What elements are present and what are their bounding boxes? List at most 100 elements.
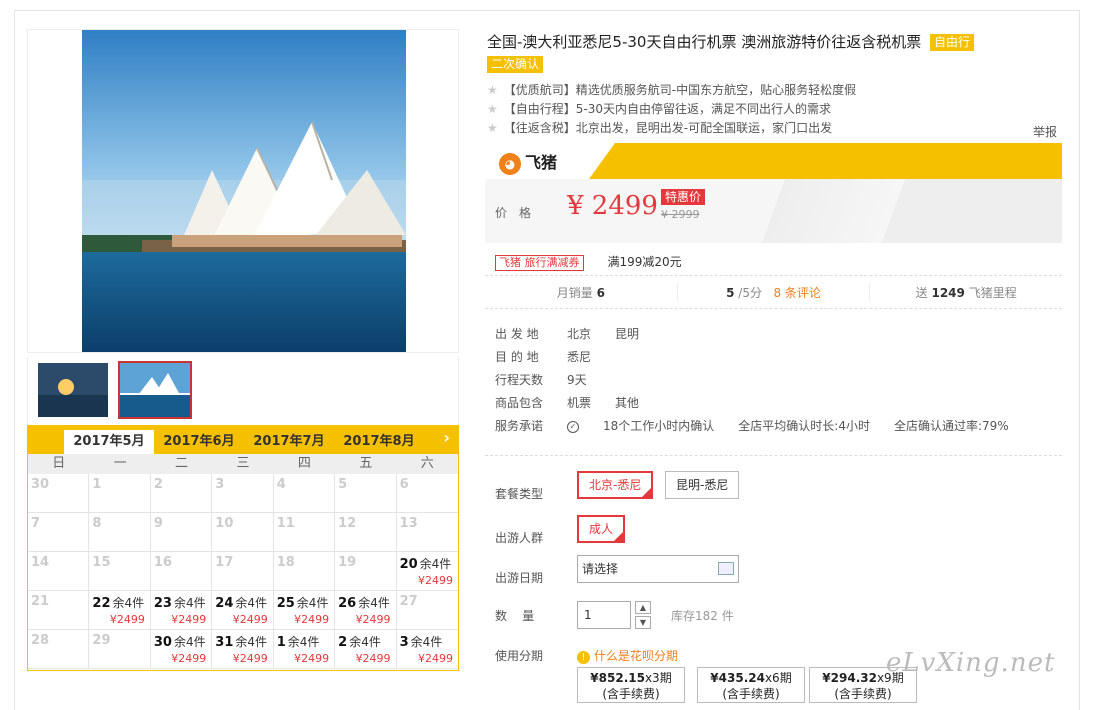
calendar-grid: 30 1 2 3 4 5 6 7 8 9 10 11 12 13 14 15 16 17 18 19 20 余4件 ¥249… [28,474,458,669]
info-values: 9天 [567,373,611,387]
installment-fee: (含手续费) [722,687,780,701]
brand-name: 飞猪 [525,153,558,172]
tab-month-june[interactable]: 2017年6月 [154,430,244,454]
info-row: 出 发 地 北京 昆明 [495,323,1055,346]
calendar-day[interactable]: 25 余4件 ¥2499 [273,591,336,630]
calendar-day: 2 [150,474,213,513]
tab-month-august[interactable]: 2017年8月 [334,430,424,454]
monthly-sales: 月销量 6 [485,283,678,301]
calendar-day-number: 6 [399,477,409,492]
calendar-day-number: 14 [31,555,50,570]
calendar-day: 15 [89,552,151,591]
calendar-day-stock: 余4件 [419,557,452,571]
product-info: 出 发 地 北京 昆明目 的 地 悉尼 行程天数 9天 商品包含 机票 其他 服务承诺 ✓ 18个工作… [495,323,1055,438]
feature-text: 【自由行程】5-30天内自由停留往返，满足不同出行人的需求 [503,102,832,116]
info-value: 北京 [567,327,592,341]
product-title: 全国-澳大利亚悉尼5-30天自由行机票 澳洲旅游特价往返含税机票 自由行 二次确… [487,31,1047,75]
calendar-day-number: 17 [215,555,234,570]
calendar-day-number: 2 [338,635,348,650]
quantity-label: 数 量 [495,609,535,623]
travel-date-input[interactable]: 请选择 [577,555,739,583]
calendar-day-number: 8 [92,516,102,531]
feature-text: 【往返含税】北京出发，昆明出发-可配全国联运，家门口出发 [503,121,833,135]
calendar-day[interactable]: 20 余4件 ¥2499 [396,552,458,591]
calendar-day[interactable]: 23 余4件 ¥2499 [150,591,213,630]
calendar-day: 10 [212,513,274,552]
calendar-day[interactable]: 26 余4件 ¥2499 [335,591,397,630]
calendar-icon[interactable] [718,562,734,575]
chevron-right-icon[interactable]: › [443,428,450,447]
calendar-day: 1 [89,474,151,513]
tag-second-confirm: 二次确认 [487,56,544,73]
quantity-input[interactable]: 1 [577,601,631,629]
calendar-day: 16 [150,552,213,591]
thumbnail-sunset[interactable] [36,361,110,419]
calendar-day: 13 [396,513,458,552]
calendar-day[interactable]: 2 余4件 ¥2499 [335,630,397,669]
star-icon: ★ [487,121,498,135]
travel-date-placeholder: 请选择 [582,562,619,576]
info-value: 悉尼 [567,350,592,364]
calendar-day-price: ¥2499 [417,574,453,587]
calendar-day-number: 2 [153,477,163,492]
report-link[interactable]: 举报 [1033,123,1057,140]
installment-label: 使用分期 [495,649,544,663]
calendar-day: 9 [150,513,213,552]
calendar-month-tabs: 2017年5月 2017年6月 2017年7月 2017年8月 › [28,426,458,454]
traveler-option-adult[interactable]: 成人 [577,515,626,543]
reviews-link[interactable]: 8 条评论 [773,286,820,300]
star-icon: ★ [487,102,498,116]
calendar-day[interactable]: 31 余4件 ¥2499 [212,630,274,669]
calendar-day-number: 25 [276,596,295,611]
info-label: 目 的 地 [495,350,539,364]
tab-month-may[interactable]: 2017年5月 [64,430,154,454]
info-value: 全店确认通过率:79% [893,419,1009,433]
points-value: 1249 [931,285,965,300]
points-suffix: 飞猪里程 [968,285,1017,300]
calendar-day-stock: 余4件 [235,596,268,610]
points-prefix: 送 [915,285,928,300]
calendar-day[interactable]: 22 余4件 ¥2499 [89,591,151,630]
calendar-day-number: 13 [399,516,418,531]
package-option-beijing-sydney[interactable]: 北京-悉尼 [577,471,654,499]
installment-option-6[interactable]: ¥435.24x6期 (含手续费) [697,667,805,703]
main-product-image[interactable] [82,30,406,352]
quantity-decrease-button[interactable]: ▼ [635,616,651,629]
calendar-day-number: 1 [92,477,102,492]
weekday: 四 [297,456,311,471]
calendar-day[interactable]: 24 余4件 ¥2499 [212,591,274,630]
calendar-day: 14 [28,552,90,591]
thumbnail-strip [27,357,459,427]
rating: 5 /5分 8 条评论 [678,283,871,301]
calendar-day[interactable]: 1 余4件 ¥2499 [273,630,336,669]
huabei-help-link[interactable]: ! 什么是花呗分期 [577,647,678,664]
original-price: ¥ 2999 [661,208,700,221]
info-value: 9天 [567,373,587,387]
package-option-kunming-sydney[interactable]: 昆明-悉尼 [665,471,740,499]
info-value: 昆明 [615,327,640,341]
installment-amount: ¥294.32 [822,671,877,685]
calendar-day-stock: 余4件 [287,635,320,649]
installment-option-3[interactable]: ¥852.15x3期 (含手续费) [577,667,685,703]
installment-amount: ¥852.15 [590,671,645,685]
calendar-day: 7 [28,513,90,552]
calendar-day-number: 3 [215,477,225,492]
calendar-day-number: 21 [31,594,50,609]
brand-logo: ◕ 飞猪 [499,149,557,175]
quantity-increase-button[interactable]: ▲ [635,601,651,614]
coupon-tag[interactable]: 飞猪 旅行满减券 [495,255,584,271]
calendar-day[interactable]: 30 余4件 ¥2499 [150,630,213,669]
package-label: 套餐类型 [495,487,544,501]
tab-month-july[interactable]: 2017年7月 [244,430,334,454]
weekday: 三 [236,456,250,471]
calendar-day: 29 [89,630,151,669]
info-values: 悉尼 [567,350,615,364]
check-icon: ✓ [567,420,579,433]
calendar-day-number: 30 [31,477,50,492]
calendar-day-price: ¥2499 [294,613,330,626]
calendar-day-number: 3 [399,635,409,650]
page-container: 2017年5月 2017年6月 2017年7月 2017年8月 › 日 一 二 … [14,10,1080,710]
calendar-day[interactable]: 3 余4件 ¥2499 [396,630,458,669]
thumbnail-opera-house[interactable] [118,361,192,419]
info-label: 服务承诺 [495,419,544,433]
